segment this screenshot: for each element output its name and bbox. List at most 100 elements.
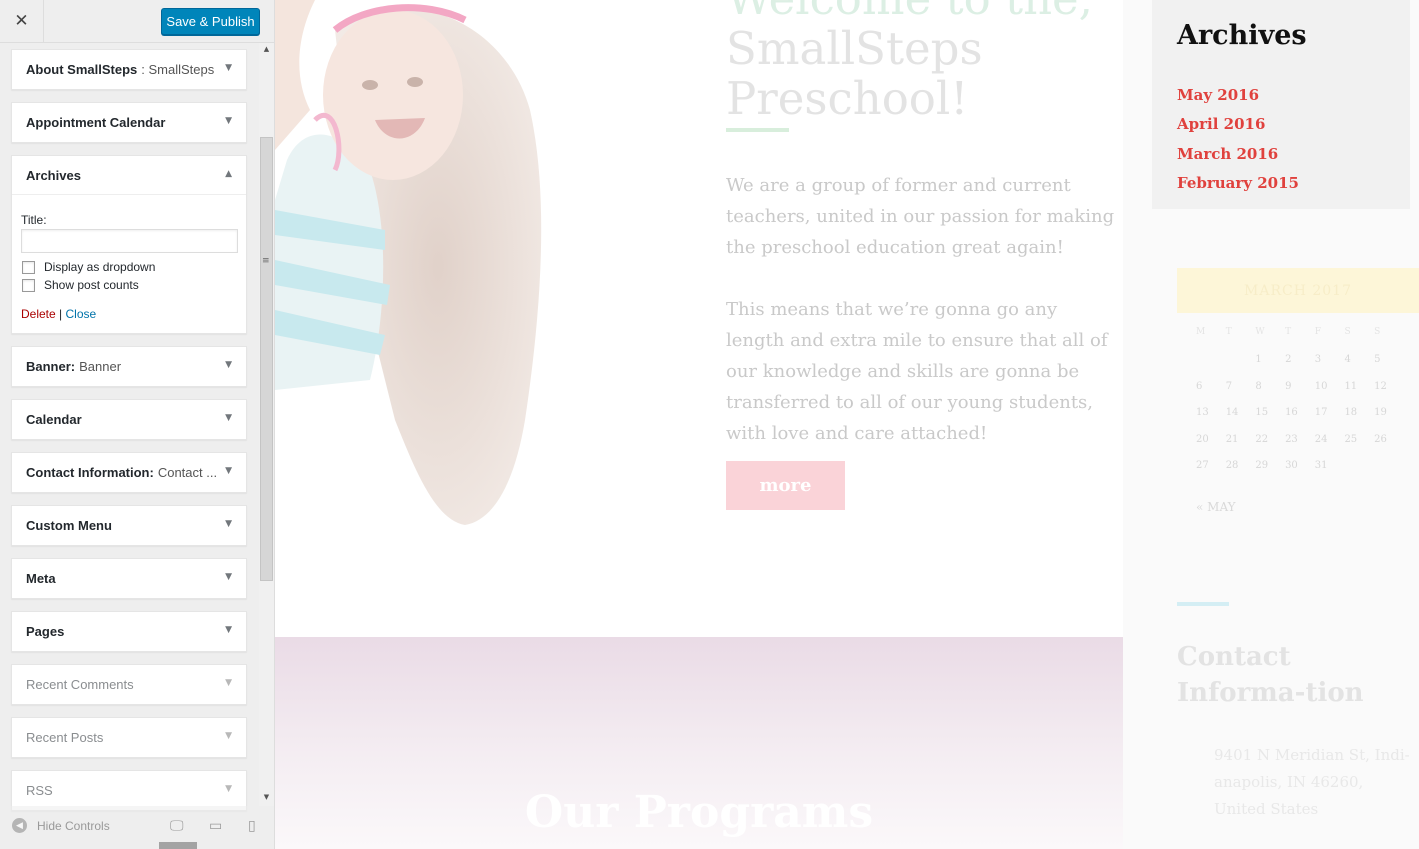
display-dropdown-option[interactable]: Display as dropdown [21,260,237,274]
widget-recent-posts[interactable]: Recent Posts ▼ [11,717,247,758]
archive-list: May 2016 April 2016 March 2016 February … [1177,84,1299,201]
calendar-prev-link[interactable]: « MAY [1196,500,1236,514]
widget-about-smallsteps[interactable]: About SmallSteps: SmallSteps ▼ [11,49,247,90]
widget-title: Contact Information: [26,465,154,480]
expand-arrow-icon[interactable]: ▼ [225,784,232,794]
preview-sidebar: Archives May 2016 April 2016 March 2016 … [1123,0,1419,849]
archive-link[interactable]: March 2016 [1177,143,1299,172]
widget-recent-comments[interactable]: Recent Comments ▼ [11,664,247,705]
expand-arrow-icon[interactable]: ▼ [225,466,232,476]
widget-header[interactable]: Calendar ▼ [12,400,246,439]
archive-link[interactable]: May 2016 [1177,84,1299,113]
widget-header[interactable]: Meta ▼ [12,559,246,598]
expand-arrow-icon[interactable]: ▼ [225,731,232,741]
delete-link[interactable]: Delete [21,307,56,321]
expand-arrow-icon[interactable]: ▼ [225,413,232,423]
calendar-weekday: S [1374,327,1381,337]
calendar-day: 8 [1255,380,1262,392]
calendar-day: 17 [1314,407,1328,419]
widget-archives[interactable]: Archives ▲ Title: Display as dropdown Sh… [11,155,247,334]
widget-title: RSS [26,783,53,798]
widget-meta[interactable]: Meta ▼ [11,558,247,599]
calendar-weekday: T [1225,327,1232,337]
close-link[interactable]: Close [66,307,97,321]
active-device-indicator [159,842,197,849]
widget-header[interactable]: Recent Posts ▼ [12,718,246,757]
calendar-weekday: T [1285,327,1292,337]
expand-arrow-icon[interactable]: ▼ [225,572,232,582]
hide-controls-button[interactable]: ◀ Hide Controls [12,818,110,833]
widget-custom-menu[interactable]: Custom Menu ▼ [11,505,247,546]
expand-arrow-icon[interactable]: ▼ [225,678,232,688]
expand-arrow-icon[interactable]: ▼ [225,519,232,529]
calendar-day: 30 [1285,460,1298,472]
welcome-heading-line2: SmallSteps [726,22,983,75]
scroll-up-arrow-icon[interactable]: ▲ [261,45,272,56]
programs-section: Our Programs [275,637,1123,849]
show-post-counts-option[interactable]: Show post counts [21,278,237,292]
archives-widget: Archives May 2016 April 2016 March 2016 … [1152,0,1410,209]
more-button[interactable]: more [726,461,845,510]
widget-header[interactable]: About SmallSteps: SmallSteps ▼ [12,50,246,89]
calendar-day: 22 [1255,433,1269,445]
title-field[interactable] [21,229,238,253]
calendar-grid: M T W T F S S 1 2 3 4 5 6 7 8 9 10 11 12 13 14 15 16 17 18 19 20 21… [1196,327,1419,487]
widget-header[interactable]: Pages ▼ [12,612,246,651]
contact-title: Contact Informa-tion [1177,642,1364,708]
expand-arrow-icon[interactable]: ▼ [225,116,232,126]
widget-contact-information[interactable]: Contact Information: Contact ... ▼ [11,452,247,493]
widget-calendar[interactable]: Calendar ▼ [11,399,247,440]
scroll-down-arrow-icon[interactable]: ▼ [261,793,272,804]
widget-title: Archives [26,167,81,183]
widget-header[interactable]: Recent Comments ▼ [12,665,246,704]
customizer-footer: ◀ Hide Controls 🖵 ▭ ▯ [0,806,274,849]
welcome-heading-line1: Welcome to the, [726,0,1093,24]
expand-arrow-icon[interactable]: ▼ [225,625,232,635]
calendar-day: 9 [1285,380,1292,392]
display-dropdown-checkbox[interactable] [22,260,35,274]
widget-appointment-calendar[interactable]: Appointment Calendar ▼ [11,102,247,143]
archive-link[interactable]: February 2015 [1177,172,1299,201]
calendar-day: 4 [1344,354,1351,365]
calendar-empty-cell [1196,354,1226,381]
customizer-sidebar: ✕ Save & Publish About SmallSteps: Small… [0,0,275,849]
calendar-day: 31 [1314,460,1328,472]
show-post-counts-label: Show post counts [44,278,139,292]
calendar-weekday: F [1314,327,1321,337]
widget-subtitle: : SmallSteps [141,62,215,77]
archive-link[interactable]: April 2016 [1177,113,1299,142]
close-icon[interactable]: ✕ [0,0,44,42]
save-publish-button[interactable]: Save & Publish [161,8,260,35]
widget-header[interactable]: RSS ▼ [12,771,246,810]
widget-header[interactable]: Archives ▲ [12,156,246,195]
widget-title: Recent Posts [26,730,104,745]
scroll-thumb[interactable] [260,137,273,581]
contact-divider [1177,602,1229,606]
expand-arrow-icon[interactable]: ▼ [225,360,232,370]
welcome-heading: Welcome to the, SmallSteps Preschool! [726,0,1093,124]
calendar-day: 18 [1344,407,1358,419]
calendar-day: 2 [1285,354,1292,365]
widget-pages[interactable]: Pages ▼ [11,611,247,652]
calendar-day: 20 [1196,433,1209,445]
widget-title: Banner: [26,359,76,374]
calendar-weekday: M [1196,327,1206,337]
widget-title: Meta [26,571,56,586]
collapse-icon: ◀ [12,818,27,833]
mobile-preview-icon[interactable]: ▯ [248,818,256,834]
show-post-counts-checkbox[interactable] [22,278,35,292]
calendar-day: 27 [1196,460,1209,472]
widget-banner[interactable]: Banner: Banner ▼ [11,346,247,387]
expand-arrow-icon[interactable]: ▼ [225,63,232,73]
programs-title: Our Programs [524,787,874,838]
calendar-empty-cell [1226,354,1256,381]
sidebar-scrollbar[interactable]: ▲ ≡ ▼ [259,43,274,806]
widget-header[interactable]: Banner: Banner ▼ [12,347,246,386]
widget-header[interactable]: Appointment Calendar ▼ [12,103,246,142]
widget-rss[interactable]: RSS ▼ [11,770,247,811]
collapse-arrow-icon[interactable]: ▲ [225,169,232,179]
widget-header[interactable]: Contact Information: Contact ... ▼ [12,453,246,492]
desktop-preview-icon[interactable]: 🖵 [170,818,184,834]
widget-header[interactable]: Custom Menu ▼ [12,506,246,545]
tablet-preview-icon[interactable]: ▭ [209,818,222,834]
